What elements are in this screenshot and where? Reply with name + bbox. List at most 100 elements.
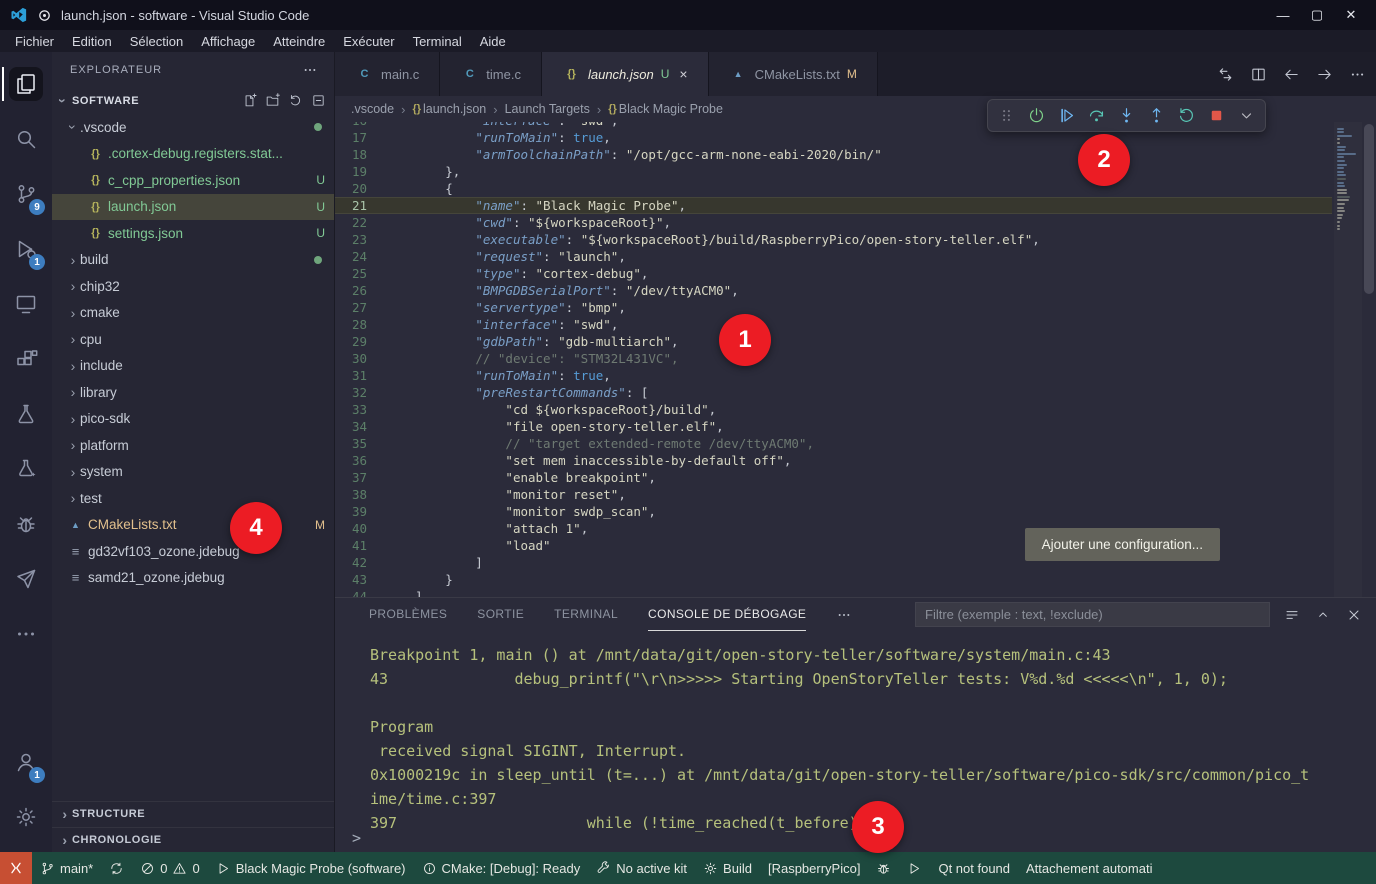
new-folder-icon[interactable]	[265, 93, 280, 108]
code-line-30[interactable]: 30 // "device": "STM32L431VC",	[335, 350, 1332, 367]
close-button[interactable]: ✕	[1336, 2, 1366, 28]
menu-affichage[interactable]: Affichage	[192, 33, 264, 50]
status-cmake-debug-target[interactable]	[868, 852, 899, 884]
step-over-button[interactable]	[1083, 102, 1110, 129]
step-into-button[interactable]	[1113, 102, 1140, 129]
code-line-38[interactable]: 38 "monitor reset",	[335, 486, 1332, 503]
status-qt-status[interactable]: Qt not found	[930, 852, 1018, 884]
split-editor-icon[interactable]	[1250, 66, 1267, 83]
navigate-back-icon[interactable]	[1283, 66, 1300, 83]
menu-fichier[interactable]: Fichier	[6, 33, 63, 50]
tree-item-chip32[interactable]: ›chip32	[52, 273, 334, 300]
code-line-37[interactable]: 37 "enable breakpoint",	[335, 469, 1332, 486]
step-out-button[interactable]	[1143, 102, 1170, 129]
status-cmake-target[interactable]: [RaspberryPico]	[760, 852, 868, 884]
tree-item-samd21-ozone-jdebug[interactable]: ≡samd21_ozone.jdebug	[52, 565, 334, 592]
tree-item-build[interactable]: ›build	[52, 247, 334, 274]
refresh-explorer-icon[interactable]	[288, 93, 303, 108]
status-cmake-kit[interactable]: No active kit	[588, 852, 695, 884]
code-line-34[interactable]: 34 "file open-story-teller.elf",	[335, 418, 1332, 435]
add-configuration-button[interactable]: Ajouter une configuration...	[1025, 528, 1220, 561]
tree-item-pico-sdk[interactable]: ›pico-sdk	[52, 406, 334, 433]
status-cmake-run-target[interactable]	[899, 852, 930, 884]
code-line-19[interactable]: 19 },	[335, 163, 1332, 180]
panel-tab-console-de-debogage[interactable]: CONSOLE DE DÉBOGAGE	[648, 598, 806, 631]
status-cmake-build[interactable]: Build	[695, 852, 760, 884]
remote-indicator[interactable]	[0, 852, 32, 884]
code-line-18[interactable]: 18 "armToolchainPath": "/opt/gcc-arm-non…	[335, 146, 1332, 163]
activity-extensions[interactable]	[2, 333, 50, 385]
code-line-31[interactable]: 31 "runToMain": true,	[335, 367, 1332, 384]
code-line-25[interactable]: 25 "type": "cortex-debug",	[335, 265, 1332, 282]
tree-item-cpu[interactable]: ›cpu	[52, 326, 334, 353]
menu-executer[interactable]: Exécuter	[334, 33, 403, 50]
close-tab-icon[interactable]: ×	[679, 66, 687, 82]
close-panel-icon[interactable]	[1346, 607, 1362, 623]
panel-tab-problemes[interactable]: PROBLÈMES	[369, 598, 447, 631]
continue-button[interactable]	[1053, 102, 1080, 129]
activity-additional-views[interactable]	[2, 608, 50, 660]
more-actions-icon[interactable]	[1349, 66, 1366, 83]
tree-item-cmake[interactable]: ›cmake	[52, 300, 334, 327]
code-line-43[interactable]: 43 }	[335, 571, 1332, 588]
tree-item-cmakelists-txt[interactable]: ▲CMakeLists.txtM	[52, 512, 334, 539]
status-auto-attach[interactable]: Attachement automati	[1018, 852, 1160, 884]
code-line-39[interactable]: 39 "monitor swdp_scan",	[335, 503, 1332, 520]
tree-item-test[interactable]: ›test	[52, 485, 334, 512]
pause-button[interactable]	[1023, 102, 1050, 129]
console-prompt[interactable]: >	[352, 829, 361, 847]
code-line-29[interactable]: 29 "gdbPath": "gdb-multiarch",	[335, 333, 1332, 350]
tab-launch-json[interactable]: {}launch.jsonU×	[542, 52, 709, 96]
tab-time-c[interactable]: Ctime.c	[440, 52, 542, 96]
tree-item-platform[interactable]: ›platform	[52, 432, 334, 459]
code-line-36[interactable]: 36 "set mem inaccessible-by-default off"…	[335, 452, 1332, 469]
activity-live-share[interactable]	[2, 553, 50, 605]
breadcrumb-item-launch-targets[interactable]: Launch Targets	[505, 102, 590, 116]
code-editor[interactable]: 16 "interface": "swd",17 "runToMain": tr…	[335, 122, 1376, 597]
pane-structure[interactable]: ›STRUCTURE	[52, 801, 334, 827]
drag-handle-button[interactable]	[993, 102, 1020, 129]
activity-manage[interactable]	[2, 791, 50, 843]
pane-chronologie[interactable]: ›CHRONOLOGIE	[52, 827, 334, 853]
code-line-26[interactable]: 26 "BMPGDBSerialPort": "/dev/ttyACM0",	[335, 282, 1332, 299]
console-filter-input[interactable]	[915, 602, 1270, 627]
breadcrumb-item-launch-json[interactable]: {}launch.json	[412, 102, 486, 116]
tree-item-launch-json[interactable]: {}launch.jsonU	[52, 194, 334, 221]
breadcrumb-item-black-magic-probe[interactable]: {}Black Magic Probe	[608, 102, 723, 116]
tab-cmakelists-txt[interactable]: ▲CMakeLists.txtM	[709, 52, 878, 96]
tree-item-settings-json[interactable]: {}settings.jsonU	[52, 220, 334, 247]
code-line-21[interactable]: 21 "name": "Black Magic Probe",	[335, 197, 1332, 214]
code-line-24[interactable]: 24 "request": "launch",	[335, 248, 1332, 265]
explorer-more-actions-icon[interactable]	[302, 62, 318, 78]
status-git-branch[interactable]: main*	[32, 852, 101, 884]
status-sync-changes[interactable]	[101, 852, 132, 884]
activity-source-control[interactable]: 9	[2, 168, 50, 220]
status-problems[interactable]: 00	[132, 852, 207, 884]
stop-button[interactable]	[1203, 102, 1230, 129]
tree-item-vscode[interactable]: ›.vscode	[52, 114, 334, 141]
workspace-section-header[interactable]: › SOFTWARE	[52, 87, 334, 114]
code-line-32[interactable]: 32 "preRestartCommands": [	[335, 384, 1332, 401]
minimap[interactable]	[1334, 122, 1362, 597]
maximize-panel-icon[interactable]	[1315, 607, 1331, 623]
menu-atteindre[interactable]: Atteindre	[264, 33, 334, 50]
minimize-button[interactable]: —	[1268, 2, 1298, 28]
menu-terminal[interactable]: Terminal	[404, 33, 471, 50]
activity-run-and-debug[interactable]: 1	[2, 223, 50, 275]
tree-item-include[interactable]: ›include	[52, 353, 334, 380]
tree-item-library[interactable]: ›library	[52, 379, 334, 406]
code-line-23[interactable]: 23 "executable": "${workspaceRoot}/build…	[335, 231, 1332, 248]
tree-item-cortex-debug-registers-stat[interactable]: {}.cortex-debug.registers.stat...	[52, 141, 334, 168]
tree-item-gd32vf103-ozone-jdebug[interactable]: ≡gd32vf103_ozone.jdebug	[52, 538, 334, 565]
panel-tab-terminal[interactable]: TERMINAL	[554, 598, 618, 631]
code-line-20[interactable]: 20 {	[335, 180, 1332, 197]
code-line-28[interactable]: 28 "interface": "swd",	[335, 316, 1332, 333]
panel-more-tabs-icon[interactable]	[836, 607, 852, 623]
code-line-22[interactable]: 22 "cwd": "${workspaceRoot}",	[335, 214, 1332, 231]
menu-edition[interactable]: Edition	[63, 33, 121, 50]
tab-main-c[interactable]: Cmain.c	[335, 52, 440, 96]
activity-accounts[interactable]: 1	[2, 736, 50, 788]
breadcrumb-item-vscode[interactable]: .vscode	[351, 102, 394, 116]
activity-remote-explorer[interactable]	[2, 278, 50, 330]
new-file-icon[interactable]	[242, 93, 257, 108]
